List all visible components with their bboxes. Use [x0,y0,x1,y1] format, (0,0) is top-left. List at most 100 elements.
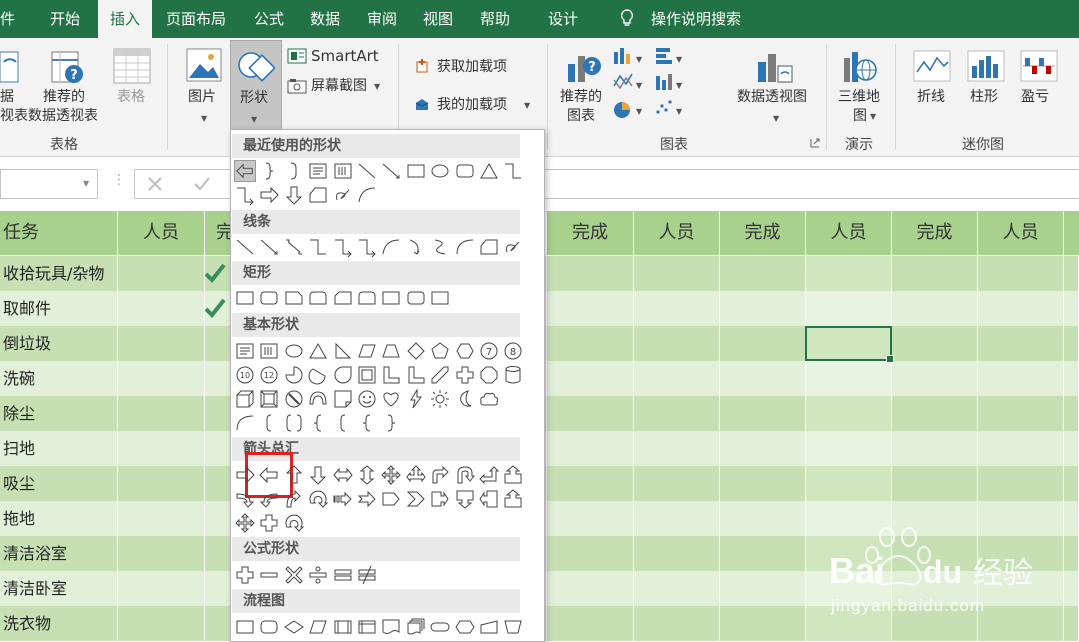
shape-snip2-icon[interactable] [332,287,354,309]
shape-plus-icon[interactable] [234,564,256,586]
shape-rect-icon[interactable] [380,287,402,309]
grid-cell[interactable] [978,396,1064,431]
shapes-gallery-dropdown[interactable]: 流程图 公式形状 箭头总汇 基本形状 矩形 线条 最近使用的形状 7 8 10 12 [230,129,545,642]
recommended-pivot-icon[interactable]: ? [50,50,86,86]
dialog-launcher-icon[interactable] [810,138,820,148]
shape-rarrow-icon[interactable] [258,184,280,206]
grid-cell[interactable] [634,361,720,396]
shape-curvedL-icon[interactable] [258,488,280,510]
shape-curvedR-icon[interactable] [234,488,256,510]
grid-cell[interactable] [1064,256,1079,291]
grid-cell[interactable] [118,396,205,431]
shape-pie-icon[interactable] [283,364,305,386]
grid-cell[interactable] [806,466,892,501]
column-header[interactable]: 人员 [118,211,204,255]
shape-notch-icon[interactable] [356,488,378,510]
shape-block-icon[interactable] [307,388,329,410]
shape-nosym-icon[interactable] [283,388,305,410]
shape-brace1-icon[interactable] [258,160,280,182]
shape-chevron-icon[interactable] [405,488,427,510]
tab-1[interactable]: 开始 [50,0,80,38]
grid-cell[interactable] [720,431,806,466]
grid-cell[interactable] [547,606,634,641]
grid-cell[interactable] [892,361,978,396]
shape-textbox-icon[interactable] [234,340,256,362]
grid-cell[interactable] [118,466,205,501]
3d-map-icon[interactable] [842,48,878,84]
shape-fint-icon[interactable] [356,616,378,638]
grid-cell[interactable] [1064,431,1079,466]
grid-cell[interactable] [978,466,1064,501]
shape-cup-icon[interactable] [502,488,524,510]
pivot-table-icon[interactable] [0,50,20,86]
grid-cell[interactable] [547,361,634,396]
shape-fprep-icon[interactable] [454,616,476,638]
grid-cell[interactable] [978,361,1064,396]
shape-scurve-icon[interactable] [429,236,451,258]
grid-cell[interactable] [118,431,205,466]
grid-cell[interactable] [547,396,634,431]
grid-cell[interactable] [720,396,806,431]
shape-circarr-icon[interactable] [307,488,329,510]
shape-cup-icon[interactable] [502,464,524,486]
tab-4[interactable]: 公式 [254,0,284,38]
shape-tear-icon[interactable] [332,364,354,386]
grid-cell[interactable] [806,256,892,291]
shape-fpre-icon[interactable] [332,616,354,638]
shape-curvedU-icon[interactable] [283,488,305,510]
shape-smile-icon[interactable] [356,388,378,410]
shape-chord-icon[interactable] [307,364,329,386]
grid-cell[interactable] [720,291,806,326]
screenshot-dropdown-icon[interactable]: ▼ [374,82,380,91]
shape-snip-icon[interactable] [283,287,305,309]
grid-cell[interactable] [547,466,634,501]
shape-para-icon[interactable] [356,340,378,362]
shape-bolt-icon[interactable] [405,388,427,410]
shape-times-icon[interactable] [283,564,305,586]
shape-uarrow-icon[interactable] [283,464,305,486]
shape-line2-icon[interactable] [380,160,402,182]
column-header[interactable]: 人员 [978,211,1063,255]
shape-callarr-icon[interactable] [429,488,451,510]
grid-cell[interactable] [547,571,634,606]
shape-cleft-icon[interactable] [478,488,500,510]
shape-tri-icon[interactable] [478,160,500,182]
shape-rtop-icon[interactable] [307,287,329,309]
shape-cloud-icon[interactable] [478,388,500,410]
grid-cell[interactable] [118,291,205,326]
grid-cell[interactable] [1064,396,1079,431]
column-header[interactable]: 人员 [806,211,891,255]
shape-minus-icon[interactable] [258,564,280,586]
shape-elbowarr-icon[interactable] [234,184,256,206]
shape-moon-icon[interactable] [454,388,476,410]
shape-lshape-icon[interactable] [405,364,427,386]
pivot-chart-dropdown-icon[interactable]: ▼ [773,114,779,123]
grid-cell[interactable] [118,536,205,571]
shape-rect-icon[interactable] [429,287,451,309]
grid-cell[interactable] [720,536,806,571]
shape-lupar-icon[interactable] [478,464,500,486]
shape-oval-icon[interactable] [283,340,305,362]
shape-fdec-icon[interactable] [283,616,305,638]
shape-curve-icon[interactable] [380,236,402,258]
shape-quad-icon[interactable] [380,464,402,486]
shape-oct-icon[interactable] [478,364,500,386]
grid-cell[interactable] [118,256,205,291]
table-icon[interactable] [113,48,151,84]
shape-brace1-icon[interactable] [380,412,402,434]
shape-dbracket-icon[interactable] [283,412,305,434]
tab-0[interactable]: 件 [0,0,15,38]
shape-elbowarr-icon[interactable] [332,236,354,258]
column-header[interactable]: 任务 [0,211,117,255]
shape-vtext-icon[interactable] [332,160,354,182]
shape-line1-icon[interactable] [356,160,378,182]
shape-free-icon[interactable] [478,236,500,258]
shape-frame-icon[interactable] [356,364,378,386]
grid-cell[interactable] [720,326,806,361]
grid-cell[interactable] [634,501,720,536]
shape-line3-icon[interactable] [283,236,305,258]
3d-map-dropdown-icon[interactable]: ▼ [870,112,876,121]
grid-cell[interactable] [1064,361,1079,396]
tell-me-search[interactable]: 操作说明搜索 [651,0,741,38]
grid-cell[interactable] [720,501,806,536]
